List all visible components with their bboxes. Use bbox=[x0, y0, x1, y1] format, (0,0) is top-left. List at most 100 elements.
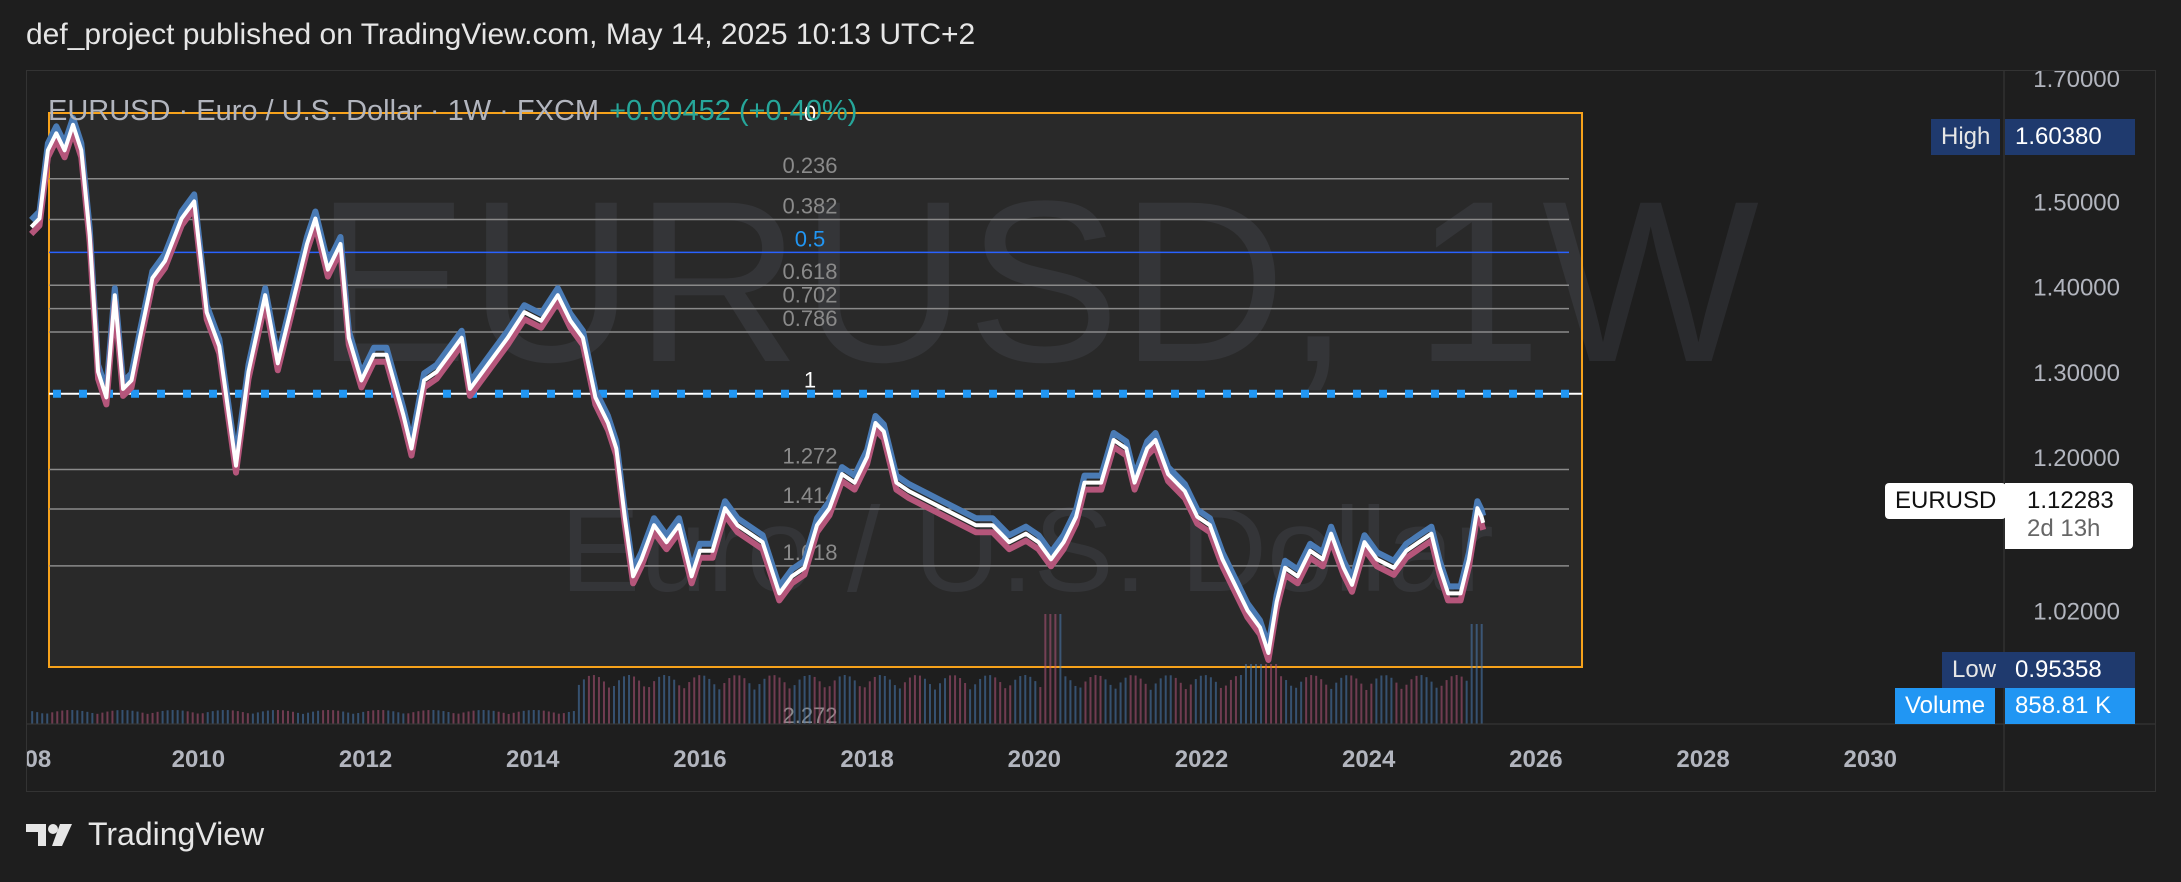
volume-bar bbox=[1239, 675, 1242, 724]
price-axis-tick-label: 1.70000 bbox=[2033, 71, 2120, 93]
fib-dotted-marker bbox=[1405, 389, 1413, 398]
volume-bar bbox=[432, 710, 435, 724]
volume-bar bbox=[261, 711, 264, 724]
volume-bar bbox=[798, 679, 801, 724]
volume-bar bbox=[497, 711, 500, 724]
volume-bar bbox=[557, 713, 560, 724]
low-label-tag: Low bbox=[1942, 652, 2007, 688]
volume-bar bbox=[1450, 676, 1453, 724]
volume-bar bbox=[1350, 675, 1353, 724]
volume-bar bbox=[156, 711, 159, 724]
volume-bar bbox=[412, 712, 415, 724]
volume-bar bbox=[457, 713, 460, 724]
volume-bar bbox=[1049, 614, 1052, 724]
volume-bar bbox=[788, 688, 791, 724]
volume-bar bbox=[989, 675, 992, 724]
volume-bar bbox=[377, 710, 380, 724]
volume-bar bbox=[206, 712, 209, 724]
fib-dotted-marker bbox=[157, 389, 165, 398]
volume-bar bbox=[101, 712, 104, 724]
fib-dotted-marker bbox=[1145, 389, 1153, 398]
volume-bar bbox=[291, 711, 294, 724]
fib-dotted-marker bbox=[443, 389, 451, 398]
time-axis-tick-label: 2022 bbox=[1175, 746, 1228, 773]
volume-bar bbox=[698, 675, 701, 724]
volume-bar bbox=[873, 676, 876, 724]
symbol-legend[interactable]: EURUSD · Euro / U.S. Dollar · 1W · FXCM +… bbox=[48, 95, 857, 128]
price-axis-tick-label: 1.30000 bbox=[2033, 360, 2120, 387]
volume-bar bbox=[236, 711, 239, 724]
volume-bar bbox=[838, 676, 841, 724]
fib-dotted-marker bbox=[1223, 389, 1231, 398]
volume-bar bbox=[743, 678, 746, 724]
volume-bar bbox=[76, 710, 79, 724]
fib-dotted-marker bbox=[339, 389, 347, 398]
volume-bar bbox=[422, 710, 425, 724]
volume-bar bbox=[738, 675, 741, 724]
volume-bar bbox=[868, 681, 871, 724]
fib-dotted-marker bbox=[859, 389, 867, 398]
chart-canvas[interactable]: EURUSD, 1W Euro / U.S. Dollar 00.2360.38… bbox=[27, 71, 2155, 791]
volume-bar bbox=[161, 710, 164, 724]
volume-bar bbox=[1199, 675, 1202, 724]
volume-bar bbox=[241, 712, 244, 724]
volume-bar bbox=[597, 677, 600, 724]
volume-bar bbox=[618, 680, 621, 724]
volume-bar bbox=[1214, 681, 1217, 724]
volume-bar bbox=[567, 711, 570, 724]
volume-bar bbox=[352, 713, 355, 724]
volume-bar bbox=[181, 710, 184, 724]
volume-bar bbox=[126, 710, 129, 724]
volume-bar bbox=[673, 679, 676, 724]
volume-bar bbox=[577, 684, 580, 724]
chart-panel[interactable]: EURUSD, 1W Euro / U.S. Dollar 00.2360.38… bbox=[26, 70, 2156, 792]
volume-bar bbox=[342, 711, 345, 724]
volume-bar bbox=[1039, 687, 1042, 724]
time-axis[interactable]: 008 2010 2012 2014 2016 2018 2020 2022 2024 2026 2… bbox=[27, 746, 1897, 773]
volume-bar bbox=[1114, 688, 1117, 724]
fib-dotted-marker bbox=[1301, 389, 1309, 398]
volume-bar bbox=[999, 682, 1002, 724]
fibonacci-retracement[interactable]: 00.2360.3820.50.6180.7020.78611.2721.414… bbox=[48, 101, 1583, 728]
volume-bar bbox=[502, 712, 505, 724]
fib-dotted-marker bbox=[989, 389, 997, 398]
volume-bar bbox=[1054, 614, 1057, 724]
volume-bar bbox=[1119, 682, 1122, 724]
volume-bar bbox=[728, 678, 731, 724]
high-value-tag: 1.60380 bbox=[2005, 119, 2135, 155]
volume-bar bbox=[1455, 675, 1458, 724]
fib-dotted-marker bbox=[911, 389, 919, 398]
volume-bar bbox=[923, 678, 926, 724]
volume-bar bbox=[1154, 683, 1157, 724]
volume-bar bbox=[246, 713, 249, 724]
volume-bar bbox=[633, 676, 636, 724]
volume-bar bbox=[688, 682, 691, 724]
volume-bar bbox=[221, 710, 224, 724]
fib-level-label: 0.618 bbox=[782, 259, 837, 284]
low-value-tag: 0.95358 bbox=[2005, 652, 2135, 688]
volume-bar bbox=[733, 675, 736, 724]
time-axis-tick-label: 2020 bbox=[1008, 746, 1061, 773]
volume-bar bbox=[231, 710, 234, 724]
volume-bar bbox=[878, 675, 881, 724]
volume-bar bbox=[467, 711, 470, 724]
volume-bar bbox=[442, 711, 445, 724]
volume-bar bbox=[211, 711, 214, 724]
volume-bar bbox=[918, 675, 921, 724]
volume-bar bbox=[1330, 688, 1333, 724]
volume-bar bbox=[979, 678, 982, 724]
volume-bar bbox=[1029, 676, 1032, 724]
fib-dotted-marker bbox=[79, 389, 87, 398]
volume-bar bbox=[1425, 677, 1428, 724]
volume-bar bbox=[256, 712, 259, 724]
volume-bar bbox=[327, 710, 330, 724]
volume-bar bbox=[36, 712, 39, 724]
volume-bar bbox=[1335, 682, 1338, 724]
volume-bar bbox=[853, 680, 856, 724]
volume-bar bbox=[91, 712, 94, 724]
volume-bar bbox=[703, 675, 706, 724]
fib-dotted-marker bbox=[755, 389, 763, 398]
volume-bar bbox=[643, 686, 646, 724]
volume-bar bbox=[562, 713, 565, 724]
footer-brand[interactable]: TradingView bbox=[26, 816, 264, 853]
